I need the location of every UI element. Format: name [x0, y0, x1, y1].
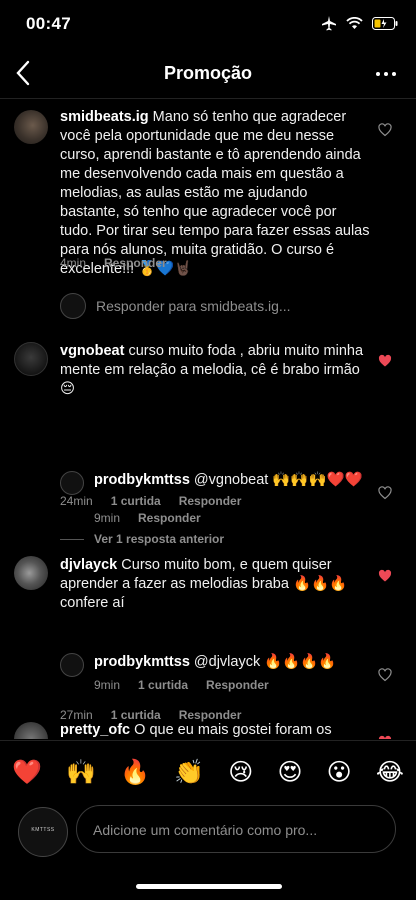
comment-username[interactable]: pretty_ofc	[60, 722, 130, 738]
nav-bar: Promoção	[0, 50, 416, 99]
avatar[interactable]	[60, 471, 84, 495]
status-icons	[321, 15, 398, 31]
comment-text: O que eu mais gostei foram os	[134, 722, 332, 738]
status-time: 00:47	[26, 14, 71, 33]
comment-username[interactable]: prodbykmttss	[94, 654, 190, 670]
emoji-surprised-button[interactable]: 😮	[327, 758, 352, 786]
emoji-crying-button[interactable]: 😢	[228, 758, 253, 786]
view-previous-replies[interactable]: Ver 1 resposta anterior	[60, 532, 224, 546]
comment-time: 9min	[94, 511, 121, 525]
avatar[interactable]	[60, 653, 84, 677]
comment-text: @vgnobeat 🙌🙌🙌❤️❤️	[193, 472, 363, 488]
emoji-fire-button[interactable]: 🔥	[120, 758, 150, 786]
comment-username[interactable]: vgnobeat	[60, 343, 124, 359]
avatar[interactable]	[14, 722, 48, 739]
comment-text: @djvlayck 🔥🔥🔥🔥	[193, 654, 337, 670]
comment-time: 24min	[60, 494, 93, 508]
reply-button[interactable]: Responder	[179, 708, 242, 722]
comment-text: Mano só tenho que agradecer você pela op…	[60, 109, 370, 277]
battery-icon	[372, 16, 398, 30]
reply-prompt-text: Responder para smidbeats.ig...	[96, 298, 291, 314]
reply-button[interactable]: Responder	[138, 511, 201, 525]
like-count[interactable]: 1 curtida	[111, 708, 161, 722]
emoji-reaction-bar: ❤️ 🙌 🔥 👏 😢 😍 😮 😂	[0, 740, 416, 803]
comment-username[interactable]: djvlayck	[60, 557, 117, 573]
comment-username[interactable]: prodbykmttss	[94, 472, 190, 488]
reply-button[interactable]: Responder	[206, 678, 269, 692]
reply-button[interactable]: Responder	[179, 494, 242, 508]
avatar[interactable]	[14, 110, 48, 144]
heart-filled-icon[interactable]	[378, 735, 392, 739]
comment-composer: KMTTSS	[0, 802, 416, 862]
comment-input-wrapper[interactable]	[76, 805, 396, 854]
comment-username[interactable]: smidbeats.ig	[60, 109, 149, 125]
divider	[60, 538, 84, 540]
airplane-icon	[322, 16, 336, 31]
comment-time: 4min	[60, 256, 87, 270]
avatar	[60, 293, 86, 319]
comments-list[interactable]: smidbeats.ig Mano só tenho que agradecer…	[0, 99, 416, 739]
comment-input[interactable]	[91, 806, 385, 854]
reply-button[interactable]: Responder	[104, 256, 167, 270]
avatar[interactable]	[14, 556, 48, 590]
heart-icon[interactable]	[378, 123, 392, 137]
like-count[interactable]: 1 curtida	[138, 678, 188, 692]
avatar[interactable]	[14, 342, 48, 376]
page-title: Promoção	[163, 63, 253, 83]
emoji-clap-button[interactable]: 👏	[174, 758, 204, 786]
emoji-raised-hands-button[interactable]: 🙌	[66, 758, 96, 786]
more-options-icon[interactable]	[376, 72, 396, 76]
home-indicator[interactable]	[136, 884, 282, 889]
heart-filled-icon[interactable]	[378, 354, 392, 368]
avatar-logo-text: KMTTSS	[31, 827, 55, 833]
emoji-laughing-button[interactable]: 😂	[376, 758, 404, 786]
avatar: KMTTSS	[18, 807, 68, 857]
reply-input-prompt[interactable]: Responder para smidbeats.ig...	[60, 293, 291, 319]
view-previous-label: Ver 1 resposta anterior	[94, 532, 225, 546]
like-count[interactable]: 1 curtida	[111, 494, 161, 508]
heart-icon[interactable]	[378, 486, 392, 500]
comment-time: 27min	[60, 708, 93, 722]
emoji-heart-button[interactable]: ❤️	[12, 758, 42, 786]
comment-time: 9min	[94, 678, 121, 692]
emoji-heart-eyes-button[interactable]: 😍	[277, 758, 302, 786]
wifi-icon	[346, 16, 363, 29]
heart-icon[interactable]	[378, 668, 392, 682]
heart-filled-icon[interactable]	[378, 569, 392, 583]
status-bar: 00:47	[0, 0, 416, 50]
